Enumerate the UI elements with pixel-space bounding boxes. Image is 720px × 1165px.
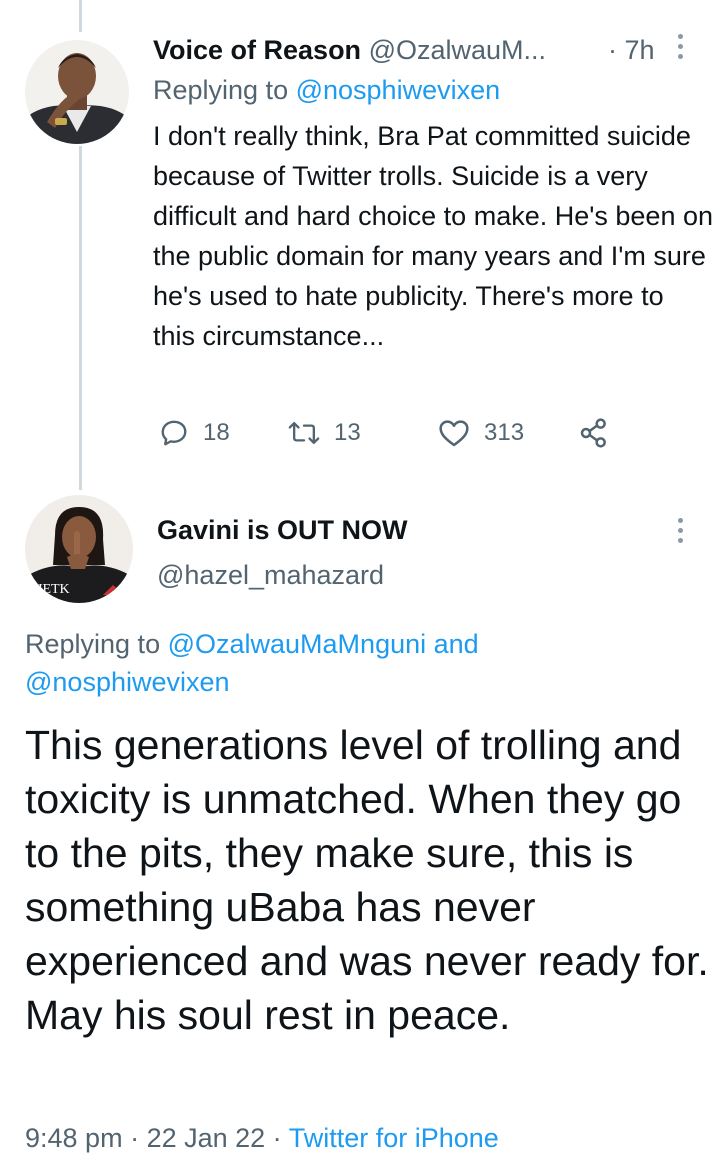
tweet-time[interactable]: 9:48 pm (25, 1123, 123, 1153)
user-handle[interactable]: @OzalwauM... (369, 35, 546, 65)
display-name[interactable]: Voice of Reason (153, 35, 361, 65)
mention-link[interactable]: @nosphiwevixen (296, 75, 501, 105)
retweet-count: 13 (334, 419, 361, 446)
retweet-icon (288, 421, 320, 445)
more-icon[interactable] (676, 34, 684, 59)
tweet-meta: 9:48 pm · 22 Jan 22 · Twitter for iPhone (25, 1118, 499, 1158)
like-icon (439, 420, 469, 447)
and-link[interactable]: and (426, 629, 479, 659)
tweet-time[interactable]: · 7h (608, 30, 655, 70)
separator: · (265, 1123, 289, 1153)
more-icon[interactable] (676, 518, 684, 543)
replying-label: Replying to (25, 629, 168, 659)
avatar[interactable] (25, 40, 129, 144)
reply-icon (161, 420, 187, 446)
share-button[interactable] (578, 413, 610, 453)
source-link[interactable]: Twitter for iPhone (289, 1123, 499, 1153)
separator: · (122, 1123, 147, 1153)
thread-line-top (79, 0, 82, 32)
reply-button[interactable]: 18 (159, 413, 230, 453)
mention-link[interactable]: @nosphiwevixen (25, 667, 230, 697)
tweet-date[interactable]: 22 Jan 22 (147, 1123, 266, 1153)
avatar[interactable]: JETK (25, 495, 133, 603)
share-icon (580, 418, 606, 448)
thread-line (79, 146, 82, 490)
reply-count: 18 (203, 419, 230, 446)
replying-label: Replying to (153, 75, 296, 105)
tweet-text: This generations level of trolling and t… (25, 722, 709, 1038)
tweet-header: Voice of Reason @OzalwauM... · 7h (153, 30, 713, 70)
display-name[interactable]: Gavini is OUT NOW (157, 510, 408, 550)
like-button[interactable]: 313 (438, 413, 524, 453)
like-count: 313 (484, 419, 525, 446)
svg-text:JETK: JETK (37, 582, 70, 597)
tweet-text: I don't really think, Bra Pat committed … (153, 121, 713, 351)
user-handle[interactable]: @hazel_mahazard (157, 555, 384, 595)
replying-to: Replying to @nosphiwevixen (153, 72, 500, 108)
replying-to: Replying to @OzalwauMaMnguni and @nosphi… (25, 625, 705, 701)
mention-link[interactable]: @OzalwauMaMnguni (168, 629, 427, 659)
retweet-button[interactable]: 13 (288, 413, 361, 453)
